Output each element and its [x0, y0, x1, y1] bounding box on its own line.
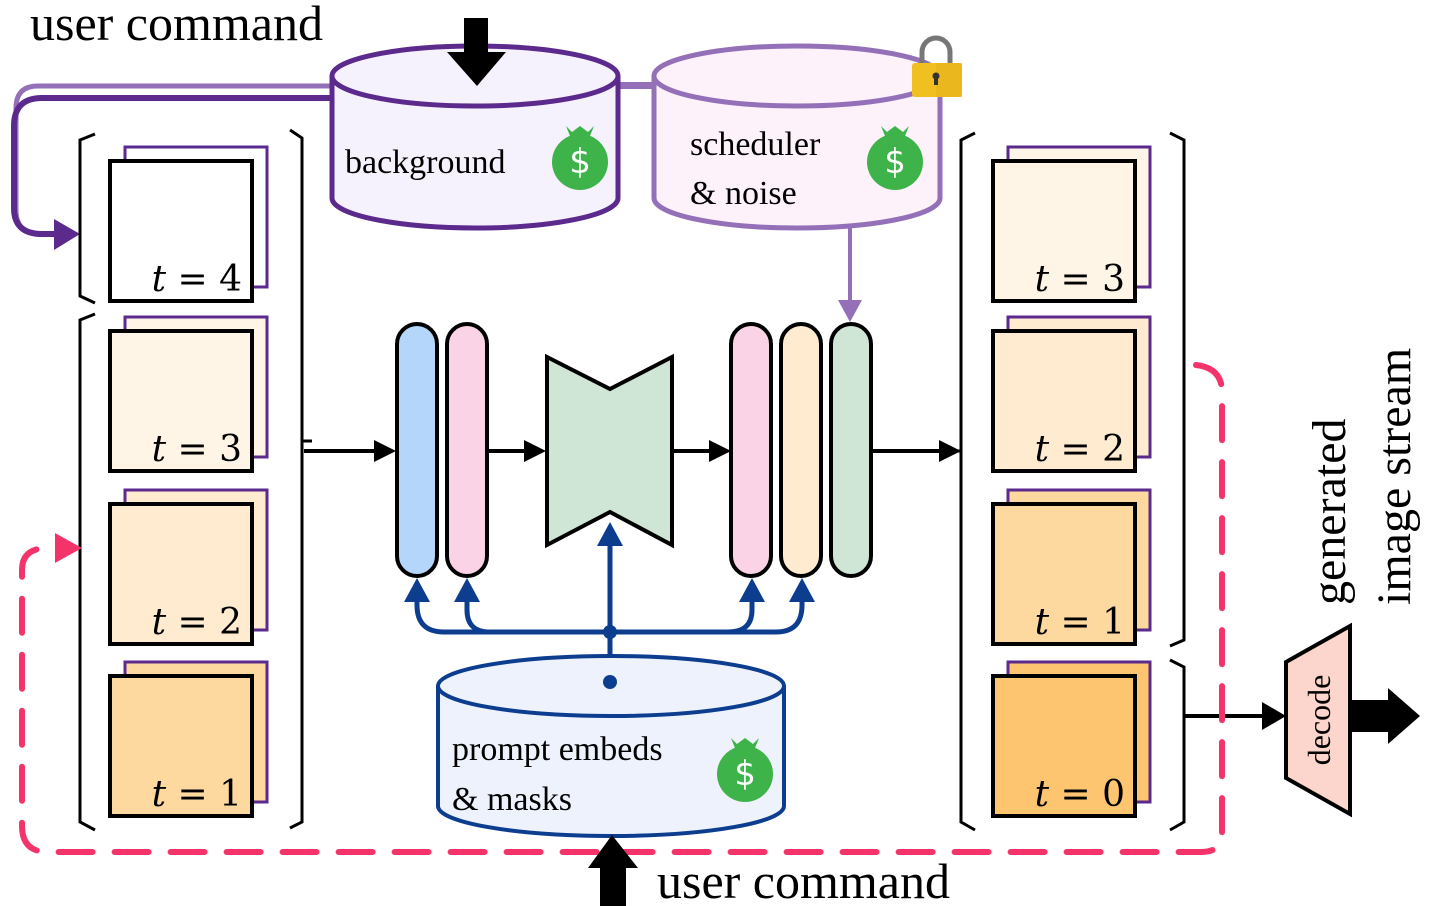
layer-pink[interactable] — [445, 322, 489, 578]
input-frame[interactable]: t = 4 — [108, 145, 269, 303]
unet-block[interactable] — [545, 353, 674, 549]
input-frame[interactable]: t = 1 — [108, 660, 269, 818]
decode-block[interactable]: decode — [1284, 622, 1352, 818]
frame-timestep-label: t = 2 — [1035, 429, 1125, 470]
output-bracket-final — [1169, 658, 1186, 832]
scheduler-label-line2: & noise — [690, 175, 797, 212]
frame-timestep-label: t = 4 — [152, 259, 242, 300]
output-frame[interactable]: t = 1 — [991, 488, 1152, 646]
arrowhead-icon — [54, 219, 80, 250]
input-frame[interactable]: t = 2 — [108, 488, 269, 646]
output-frame[interactable]: t = 0 — [991, 660, 1152, 818]
output-label-line1: generated — [1303, 418, 1356, 605]
output-arrow — [1352, 688, 1420, 744]
background-label: background — [345, 144, 506, 181]
pipeline-diagram: background $ user command scheduler & no… — [11, 0, 1421, 906]
user-command-label-bottom: user command — [657, 853, 950, 906]
decode-label: decode — [1301, 675, 1337, 766]
svg-text:$: $ — [734, 754, 756, 794]
frame-timestep-label: t = 0 — [1035, 774, 1125, 815]
user-command-label-top: user command — [30, 0, 323, 51]
input-frame[interactable]: t = 3 — [108, 315, 269, 473]
layer-green[interactable] — [829, 322, 873, 578]
pipeline — [395, 322, 873, 578]
output-frame[interactable]: t = 2 — [991, 315, 1152, 473]
layer-pink-2[interactable] — [729, 322, 773, 578]
scheduler-store[interactable]: scheduler & noise $ — [651, 35, 962, 231]
frame-timestep-label: t = 1 — [1035, 602, 1125, 643]
output-frame-stack: t = 3 t = 2 t = 1 t = 0 — [991, 145, 1152, 818]
frame-timestep-label: t = 3 — [1035, 259, 1125, 300]
user-command-arrow-bottom — [588, 835, 638, 906]
arrowhead-icon — [55, 533, 82, 563]
frame-timestep-label: t = 1 — [152, 774, 242, 815]
store-connector — [618, 82, 654, 89]
layer-orange[interactable] — [779, 322, 823, 578]
prompt-store[interactable]: prompt embeds & masks $ — [436, 654, 786, 838]
frame-timestep-label: t = 2 — [152, 602, 242, 643]
output-label-line2: image stream — [1368, 348, 1421, 605]
prompt-label-line1: prompt embeds — [452, 731, 663, 768]
scheduler-arrow — [838, 228, 862, 322]
frame-timestep-label: t = 3 — [152, 429, 242, 470]
svg-text:$: $ — [569, 142, 591, 182]
svg-text:$: $ — [884, 142, 906, 182]
layer-blue[interactable] — [395, 322, 439, 578]
input-frame-stack: t = 4 t = 3 t = 2 t = 1 — [108, 145, 269, 818]
output-frame[interactable]: t = 3 — [991, 145, 1152, 303]
scheduler-label-line1: scheduler — [690, 126, 821, 163]
prompt-label-line2: & masks — [452, 781, 572, 818]
padlock-icon — [912, 35, 962, 97]
